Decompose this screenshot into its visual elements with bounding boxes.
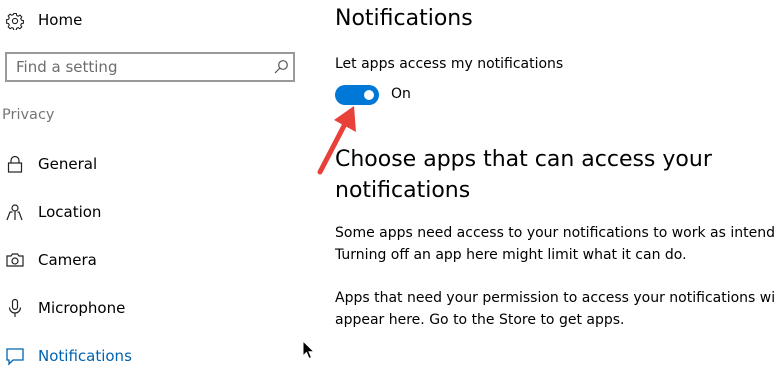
toggle-caption: Let apps access my notifications [335,56,564,72]
notifications-access-toggle[interactable] [335,85,379,105]
search-input[interactable] [7,54,266,80]
search-icon[interactable] [273,59,289,75]
sidebar-item-label: Notifications [38,347,132,365]
microphone-icon [5,298,25,318]
main-content: Notifications Let apps access my notific… [335,0,774,374]
description-line: Some apps need access to your notificati… [335,225,774,241]
permission-line: Apps that need your permission to access… [335,290,774,306]
camera-icon [5,250,25,270]
sidebar-item-label: Location [38,203,102,221]
gear-icon [6,12,24,31]
toggle-state-label: On [391,86,411,102]
sidebar-item-microphone[interactable]: Microphone [0,294,300,322]
settings-window: Home Privacy [0,0,774,374]
description-line: Turning off an app here might limit what… [335,247,687,263]
lock-icon [5,154,25,174]
section-heading: Choose apps that can access your notific… [335,147,712,203]
sidebar-item-camera[interactable]: Camera [0,246,300,274]
sidebar-item-location[interactable]: Location [0,198,300,226]
permission-paragraph: Apps that need your permission to access… [335,287,774,331]
sidebar-item-label: Microphone [38,299,126,317]
search-box[interactable] [5,52,295,82]
sidebar: Home Privacy [0,0,310,374]
home-label: Home [38,11,83,29]
location-icon [5,202,25,222]
notifications-icon [5,346,25,366]
page-title: Notifications [335,6,473,31]
sidebar-item-notifications[interactable]: Notifications [0,342,300,370]
home-nav-item[interactable]: Home [0,6,300,34]
toggle-knob [364,90,374,100]
sidebar-item-label: Camera [38,251,97,269]
sidebar-item-label: General [38,155,98,173]
description-paragraph: Some apps need access to your notificati… [335,222,774,266]
permission-line: appear here. Go to the Store to get apps… [335,312,625,328]
section-header-privacy: Privacy [2,107,55,123]
sidebar-item-general[interactable]: General [0,150,300,178]
